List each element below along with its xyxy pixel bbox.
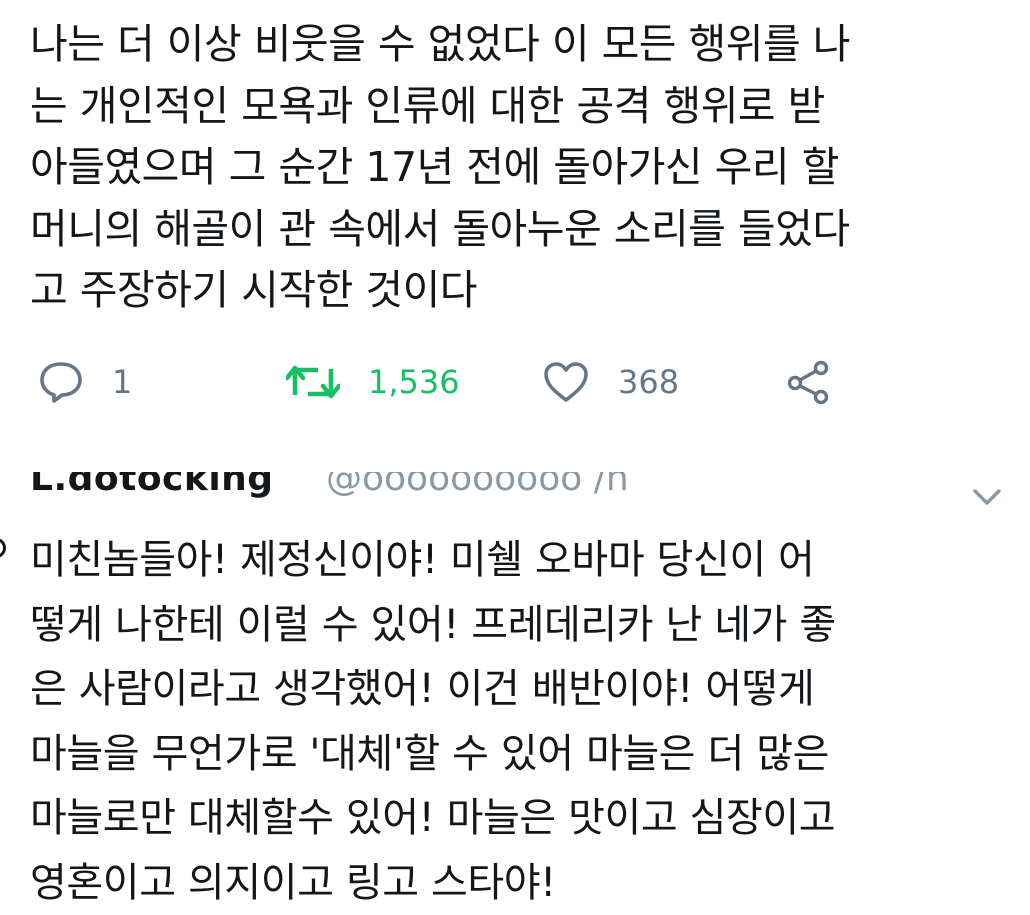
display-name[interactable]: L.dotocking [30, 472, 274, 499]
like-count: 368 [618, 363, 680, 401]
reply-count: 1 [112, 363, 133, 401]
user-handle[interactable]: @oooooooooo /h [326, 472, 629, 499]
retweet-count: 1,536 [368, 363, 460, 401]
reply-button[interactable]: 1 [38, 352, 132, 412]
share-icon [786, 360, 832, 404]
retweet-button[interactable]: 1,536 [286, 352, 460, 412]
next-tweet-text: 미친놈들아! 제정신이야! 미쉘 오바마 당신이 어 떻게 나한테 이럴 수 있… [30, 537, 836, 906]
chevron-down-icon [972, 489, 1002, 512]
like-button[interactable]: 368 [542, 352, 679, 412]
speech-bubble-icon [38, 360, 84, 404]
tweet-actions: 1 1,536 368 [30, 352, 1000, 412]
share-button[interactable] [786, 352, 832, 412]
heart-icon [542, 360, 590, 404]
tweet-menu-button[interactable] [972, 486, 1002, 512]
tweet-text: 나는 더 이상 비웃을 수 없었다 이 모든 행위를 나 는 개인적인 모욕과 … [30, 20, 850, 314]
retweet-arrows-icon [286, 362, 340, 402]
avatar[interactable] [0, 538, 6, 558]
next-tweet-header: L.dotocking @oooooooooo /h [30, 472, 1000, 516]
